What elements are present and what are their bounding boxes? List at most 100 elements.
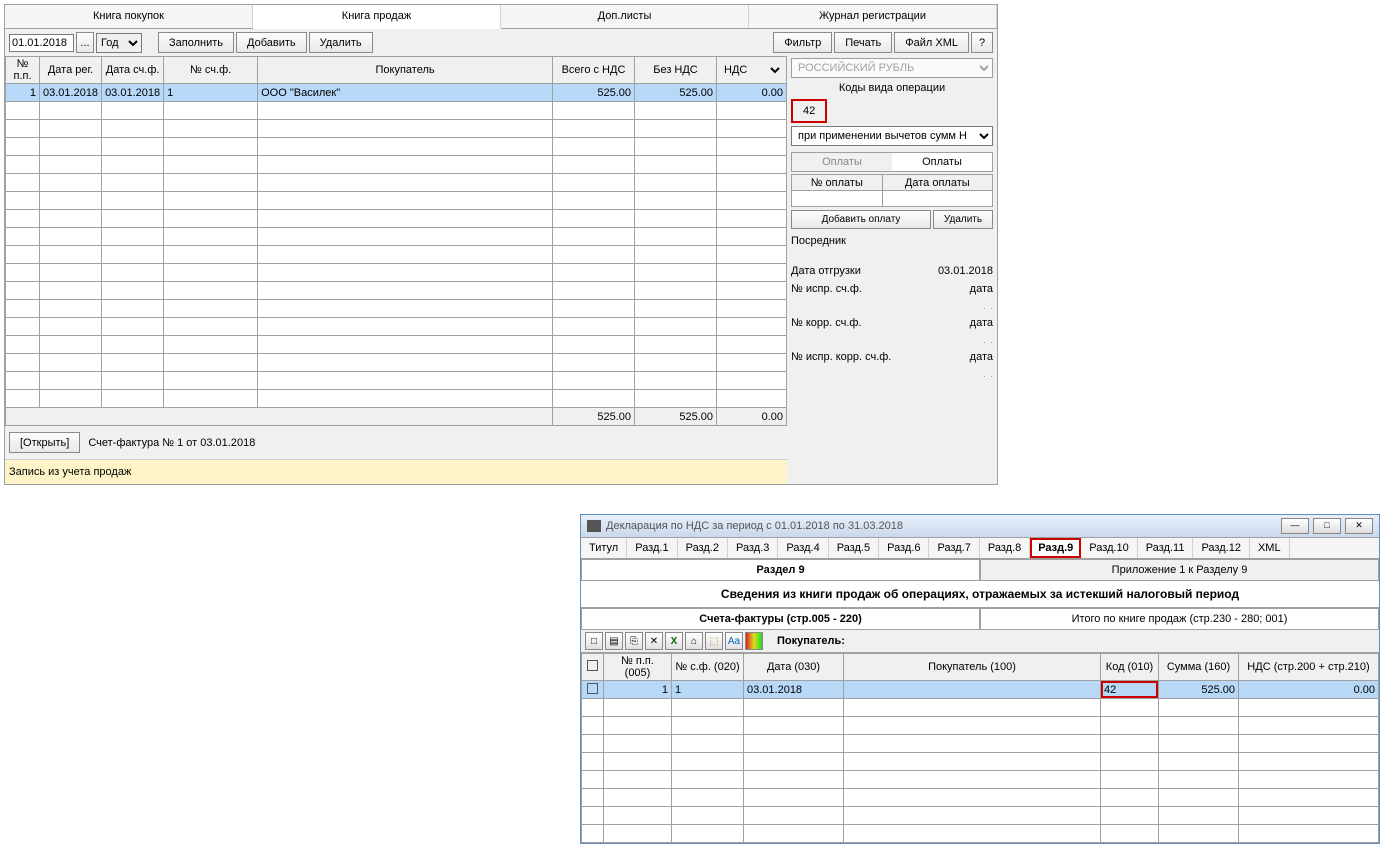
sales-grid[interactable]: № п.п. Дата рег. Дата сч.ф. № сч.ф. Поку… <box>5 56 787 426</box>
col-novat[interactable]: Без НДС <box>635 57 717 84</box>
delete-button[interactable]: Удалить <box>309 32 373 53</box>
toolbar: ... Год Заполнить Добавить Удалить Фильт… <box>5 29 997 56</box>
tab-extra-sheets[interactable]: Доп.листы <box>501 5 749 28</box>
add-payment-button[interactable]: Добавить оплату <box>791 210 931 229</box>
currency-select[interactable]: РОССИЙСКИЙ РУБЛЬ <box>791 58 993 78</box>
payments-grid[interactable]: № оплатыДата оплаты <box>791 174 993 207</box>
paycol-date: Дата оплаты <box>882 175 992 191</box>
ship-date-value: 03.01.2018 <box>938 265 993 277</box>
tab-r8[interactable]: Разд.8 <box>980 538 1030 558</box>
filter-button[interactable]: Фильтр <box>773 32 832 53</box>
tab-r12[interactable]: Разд.12 <box>1193 538 1249 558</box>
pay-tab-1[interactable]: Оплаты <box>792 153 892 171</box>
corr-sf-label-2: № корр. сч.ф. <box>791 317 862 329</box>
palette-icon[interactable] <box>745 632 763 650</box>
cell-vat: 0.00 <box>717 84 787 102</box>
date-picker-btn[interactable]: ... <box>76 32 94 53</box>
minimize-button[interactable]: — <box>1281 518 1309 534</box>
house-icon[interactable]: ⌂ <box>685 632 703 650</box>
subtab-r9[interactable]: Раздел 9 <box>581 559 980 581</box>
cell2-date: 03.01.2018 <box>744 681 844 699</box>
checkbox-icon[interactable] <box>587 660 598 671</box>
cell-nsf: 1 <box>164 84 258 102</box>
tab-r2[interactable]: Разд.2 <box>678 538 728 558</box>
date-input[interactable] <box>9 34 74 52</box>
cell-dreg: 03.01.2018 <box>40 84 102 102</box>
new-icon[interactable]: □ <box>585 632 603 650</box>
tab-reg-journal[interactable]: Журнал регистрации <box>749 5 997 28</box>
tab-purchase-book[interactable]: Книга покупок <box>5 5 253 28</box>
subhead-invoices[interactable]: Счета-фактуры (стр.005 - 220) <box>581 608 980 630</box>
col-total[interactable]: Всего с НДС <box>553 57 635 84</box>
add-button[interactable]: Добавить <box>236 32 307 53</box>
col2-date[interactable]: Дата (030) <box>744 654 844 681</box>
op-codes-label: Коды вида операции <box>791 82 993 94</box>
col-dreg[interactable]: Дата рег. <box>40 57 102 84</box>
col2-buyer[interactable]: Покупатель (100) <box>844 654 1101 681</box>
help-button[interactable]: ? <box>971 32 993 53</box>
tab-r11[interactable]: Разд.11 <box>1138 538 1194 558</box>
col2-code[interactable]: Код (010) <box>1101 654 1159 681</box>
cell2-buyer <box>844 681 1101 699</box>
col-buyer[interactable]: Покупатель <box>258 57 553 84</box>
col-nsf[interactable]: № сч.ф. <box>164 57 258 84</box>
corr-sf-date-3: дата <box>970 351 993 363</box>
tab-r6[interactable]: Разд.6 <box>879 538 929 558</box>
tab-r4[interactable]: Разд.4 <box>778 538 828 558</box>
open-button[interactable]: [Открыть] <box>9 432 80 453</box>
table-row[interactable]: 1 1 03.01.2018 42 525.00 0.00 <box>582 681 1379 699</box>
subtab-appendix[interactable]: Приложение 1 к Разделу 9 <box>980 559 1379 581</box>
col2-sum[interactable]: Сумма (160) <box>1159 654 1239 681</box>
tab-r3[interactable]: Разд.3 <box>728 538 778 558</box>
col-vat[interactable]: НДС <box>717 57 787 84</box>
col-cb[interactable] <box>582 654 604 681</box>
ship-date-label: Дата отгрузки <box>791 265 861 277</box>
section9-grid[interactable]: № п.п. (005) № с.ф. (020) Дата (030) Пок… <box>581 653 1379 843</box>
close-button[interactable]: ✕ <box>1345 518 1373 534</box>
subhead-totals[interactable]: Итого по книге продаж (стр.230 - 280; 00… <box>980 608 1379 630</box>
details-panel: РОССИЙСКИЙ РУБЛЬ Коды вида операции 42 п… <box>787 56 997 484</box>
col2-npp[interactable]: № п.п. (005) <box>604 654 672 681</box>
list-icon[interactable]: ▤ <box>605 632 623 650</box>
clipboard-icon[interactable]: ⬚ <box>705 632 723 650</box>
tab-r5[interactable]: Разд.5 <box>829 538 879 558</box>
app-icon <box>587 520 601 532</box>
xml-button[interactable]: Файл XML <box>894 32 969 53</box>
buyer-field-label: Покупатель: <box>777 635 845 647</box>
cell2-nsf: 1 <box>672 681 744 699</box>
tab-sales-book[interactable]: Книга продаж <box>253 5 501 29</box>
tab-xml[interactable]: XML <box>1250 538 1290 558</box>
maximize-button[interactable]: □ <box>1313 518 1341 534</box>
tab-r7[interactable]: Разд.7 <box>929 538 979 558</box>
tab-r9[interactable]: Разд.9 <box>1030 538 1081 558</box>
total-vat: 0.00 <box>717 408 787 426</box>
deduction-select[interactable]: при применении вычетов сумм Н <box>791 126 993 146</box>
copy-icon[interactable]: ⎘ <box>625 632 643 650</box>
main-tabs: Книга покупок Книга продаж Доп.листы Жур… <box>5 5 997 29</box>
tab-r10[interactable]: Разд.10 <box>1081 538 1137 558</box>
tab-titul[interactable]: Титул <box>581 538 627 558</box>
col-npp[interactable]: № п.п. <box>6 57 40 84</box>
cell-novat: 525.00 <box>635 84 717 102</box>
col2-vat[interactable]: НДС (стр.200 + стр.210) <box>1239 654 1379 681</box>
delete-icon[interactable]: ✕ <box>645 632 663 650</box>
del-payment-button[interactable]: Удалить <box>933 210 993 229</box>
titlebar: Декларация по НДС за период с 01.01.2018… <box>581 515 1379 538</box>
mediator-label: Посредник <box>791 235 993 247</box>
cell2-n: 1 <box>604 681 672 699</box>
table-row[interactable]: 1 03.01.2018 03.01.2018 1 ООО "Василек" … <box>6 84 787 102</box>
col-dsf[interactable]: Дата сч.ф. <box>102 57 164 84</box>
print-button[interactable]: Печать <box>834 32 892 53</box>
total-all: 525.00 <box>553 408 635 426</box>
vat-col-select[interactable]: НДС <box>720 60 783 80</box>
fill-button[interactable]: Заполнить <box>158 32 234 53</box>
font-icon[interactable]: Aa <box>725 632 743 650</box>
col2-nsf[interactable]: № с.ф. (020) <box>672 654 744 681</box>
excel-icon[interactable]: X <box>665 632 683 650</box>
period-select[interactable]: Год <box>96 33 142 53</box>
cell-total: 525.00 <box>553 84 635 102</box>
pay-tab-2[interactable]: Оплаты <box>892 153 992 171</box>
row-checkbox[interactable] <box>587 683 598 694</box>
tab-r1[interactable]: Разд.1 <box>627 538 677 558</box>
section-tabs: Титул Разд.1 Разд.2 Разд.3 Разд.4 Разд.5… <box>581 538 1379 559</box>
